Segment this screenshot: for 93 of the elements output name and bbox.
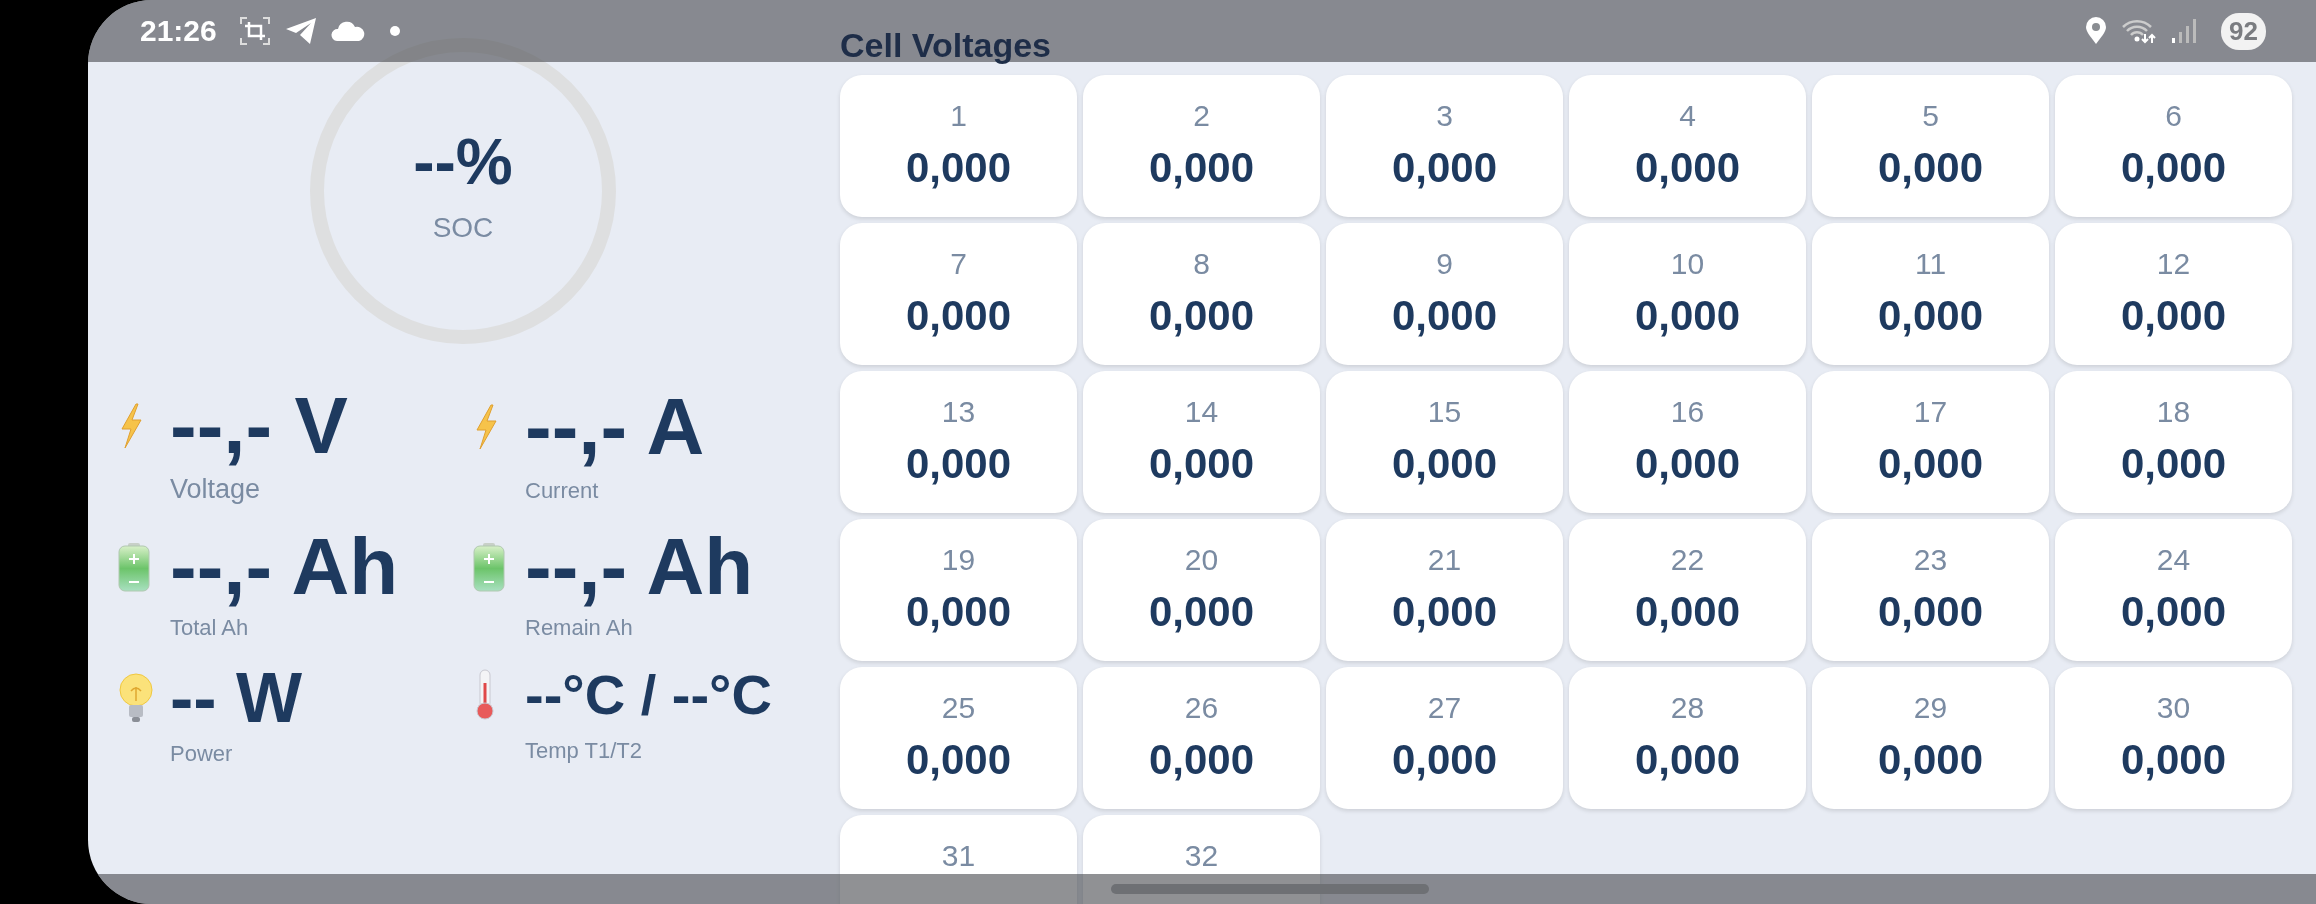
lightning-icon xyxy=(118,403,144,449)
cell-number: 26 xyxy=(1184,693,1219,723)
cell-voltage: 0,000 xyxy=(1148,591,1255,633)
soc-value: --% xyxy=(413,130,513,194)
cell-voltage: 0,000 xyxy=(1877,147,1984,189)
home-handle[interactable] xyxy=(1111,884,1429,894)
clock: 21:26 xyxy=(140,14,217,48)
cell-voltage: 0,000 xyxy=(1634,295,1741,337)
cell-number: 14 xyxy=(1184,397,1219,427)
cell-voltage: 0,000 xyxy=(905,147,1012,189)
cell-number: 10 xyxy=(1670,249,1705,279)
cell-voltage: 0,000 xyxy=(1148,739,1255,781)
section-title: Cell Voltages xyxy=(840,26,1051,65)
cell-number: 9 xyxy=(1436,249,1453,279)
cell-number: 17 xyxy=(1913,397,1948,427)
battery-icon xyxy=(118,542,150,592)
cell-number: 5 xyxy=(1922,101,1939,131)
cell-number: 29 xyxy=(1913,693,1948,723)
cell-voltage: 0,000 xyxy=(2120,147,2227,189)
cell-number: 16 xyxy=(1670,397,1705,427)
cell-voltage: 0,000 xyxy=(1634,591,1741,633)
cell-number: 30 xyxy=(2156,693,2191,723)
light-bulb-icon xyxy=(118,673,154,723)
metric-value: --,- V xyxy=(170,386,348,466)
cell-voltage: 0,000 xyxy=(2120,739,2227,781)
cell-number: 12 xyxy=(2156,249,2191,279)
cell-voltage: 0,000 xyxy=(905,443,1012,485)
cell-number: 6 xyxy=(2165,101,2182,131)
cell-number: 1 xyxy=(950,101,967,131)
cell-number: 22 xyxy=(1670,545,1705,575)
cell-voltage: 0,000 xyxy=(905,739,1012,781)
cell-number: 15 xyxy=(1427,397,1462,427)
cell-number: 11 xyxy=(1914,249,1947,279)
dot-icon xyxy=(388,25,401,37)
metric-label: Temp T1/T2 xyxy=(525,737,643,764)
cell-number: 18 xyxy=(2156,397,2191,427)
cell-number: 20 xyxy=(1184,545,1219,575)
cloud-icon xyxy=(330,21,365,41)
metric-label: Voltage xyxy=(170,474,262,505)
cell-number: 19 xyxy=(941,545,976,575)
metric-label: Power xyxy=(170,741,234,767)
battery-level: 92 xyxy=(2221,12,2266,50)
cell-number: 21 xyxy=(1427,545,1462,575)
cell-voltage: 0,000 xyxy=(1877,443,1984,485)
thermometer-icon xyxy=(473,668,497,721)
lightning-icon xyxy=(473,404,499,451)
cell-voltage: 0,000 xyxy=(1391,443,1498,485)
cell-number: 28 xyxy=(1670,693,1705,723)
wifi-icon xyxy=(2121,18,2158,44)
metric-value: -- W xyxy=(170,663,303,733)
cell-voltage: 0,000 xyxy=(1877,739,1984,781)
paper-plane-icon xyxy=(284,17,317,45)
cell-number: 24 xyxy=(2156,545,2191,575)
cell-number: 4 xyxy=(1679,101,1696,131)
signal-icon xyxy=(2171,18,2198,44)
cell-number: 8 xyxy=(1193,249,1210,279)
cell-voltage: 0,000 xyxy=(905,591,1012,633)
cell-voltage: 0,000 xyxy=(1148,443,1255,485)
metric-value: --,- Ah xyxy=(170,527,399,607)
cell-voltage: 0,000 xyxy=(1391,591,1498,633)
cell-number: 7 xyxy=(950,249,967,279)
metric-label: Total Ah xyxy=(170,615,250,641)
cell-voltage: 0,000 xyxy=(1391,295,1498,337)
cell-voltage: 0,000 xyxy=(1634,739,1741,781)
cell-number: 2 xyxy=(1193,101,1210,131)
cell-voltage: 0,000 xyxy=(1148,295,1255,337)
cell-voltage: 0,000 xyxy=(1391,739,1498,781)
cell-voltage: 0,000 xyxy=(1634,443,1741,485)
battery-icon xyxy=(473,542,505,592)
cell-voltage: 0,000 xyxy=(2120,591,2227,633)
cell-voltage: 0,000 xyxy=(1391,147,1498,189)
metric-label: Current xyxy=(525,477,600,504)
cell-number: 25 xyxy=(941,693,976,723)
cell-number: 27 xyxy=(1427,693,1462,723)
cell-number: 31 xyxy=(941,841,976,871)
cell-voltage: 0,000 xyxy=(905,295,1012,337)
location-icon xyxy=(2085,17,2108,45)
cell-number: 23 xyxy=(1913,545,1948,575)
screenshot-icon xyxy=(238,16,271,46)
cell-voltage: 0,000 xyxy=(1634,147,1741,189)
cell-voltage: 0,000 xyxy=(1877,591,1984,633)
metric-value: --,- Ah xyxy=(525,527,754,607)
cell-voltage: 0,000 xyxy=(2120,295,2227,337)
cell-voltage: 0,000 xyxy=(1148,147,1255,189)
soc-label: SOC xyxy=(432,212,494,244)
metric-value: --°C / --°C xyxy=(525,666,772,723)
cell-voltage: 0,000 xyxy=(2120,443,2227,485)
metric-label: Remain Ah xyxy=(525,615,634,641)
cell-number: 13 xyxy=(941,397,976,427)
cell-number: 3 xyxy=(1436,101,1453,131)
cell-voltage: 0,000 xyxy=(1877,295,1984,337)
metric-value: --,- A xyxy=(525,387,705,468)
cell-number: 32 xyxy=(1184,841,1219,871)
